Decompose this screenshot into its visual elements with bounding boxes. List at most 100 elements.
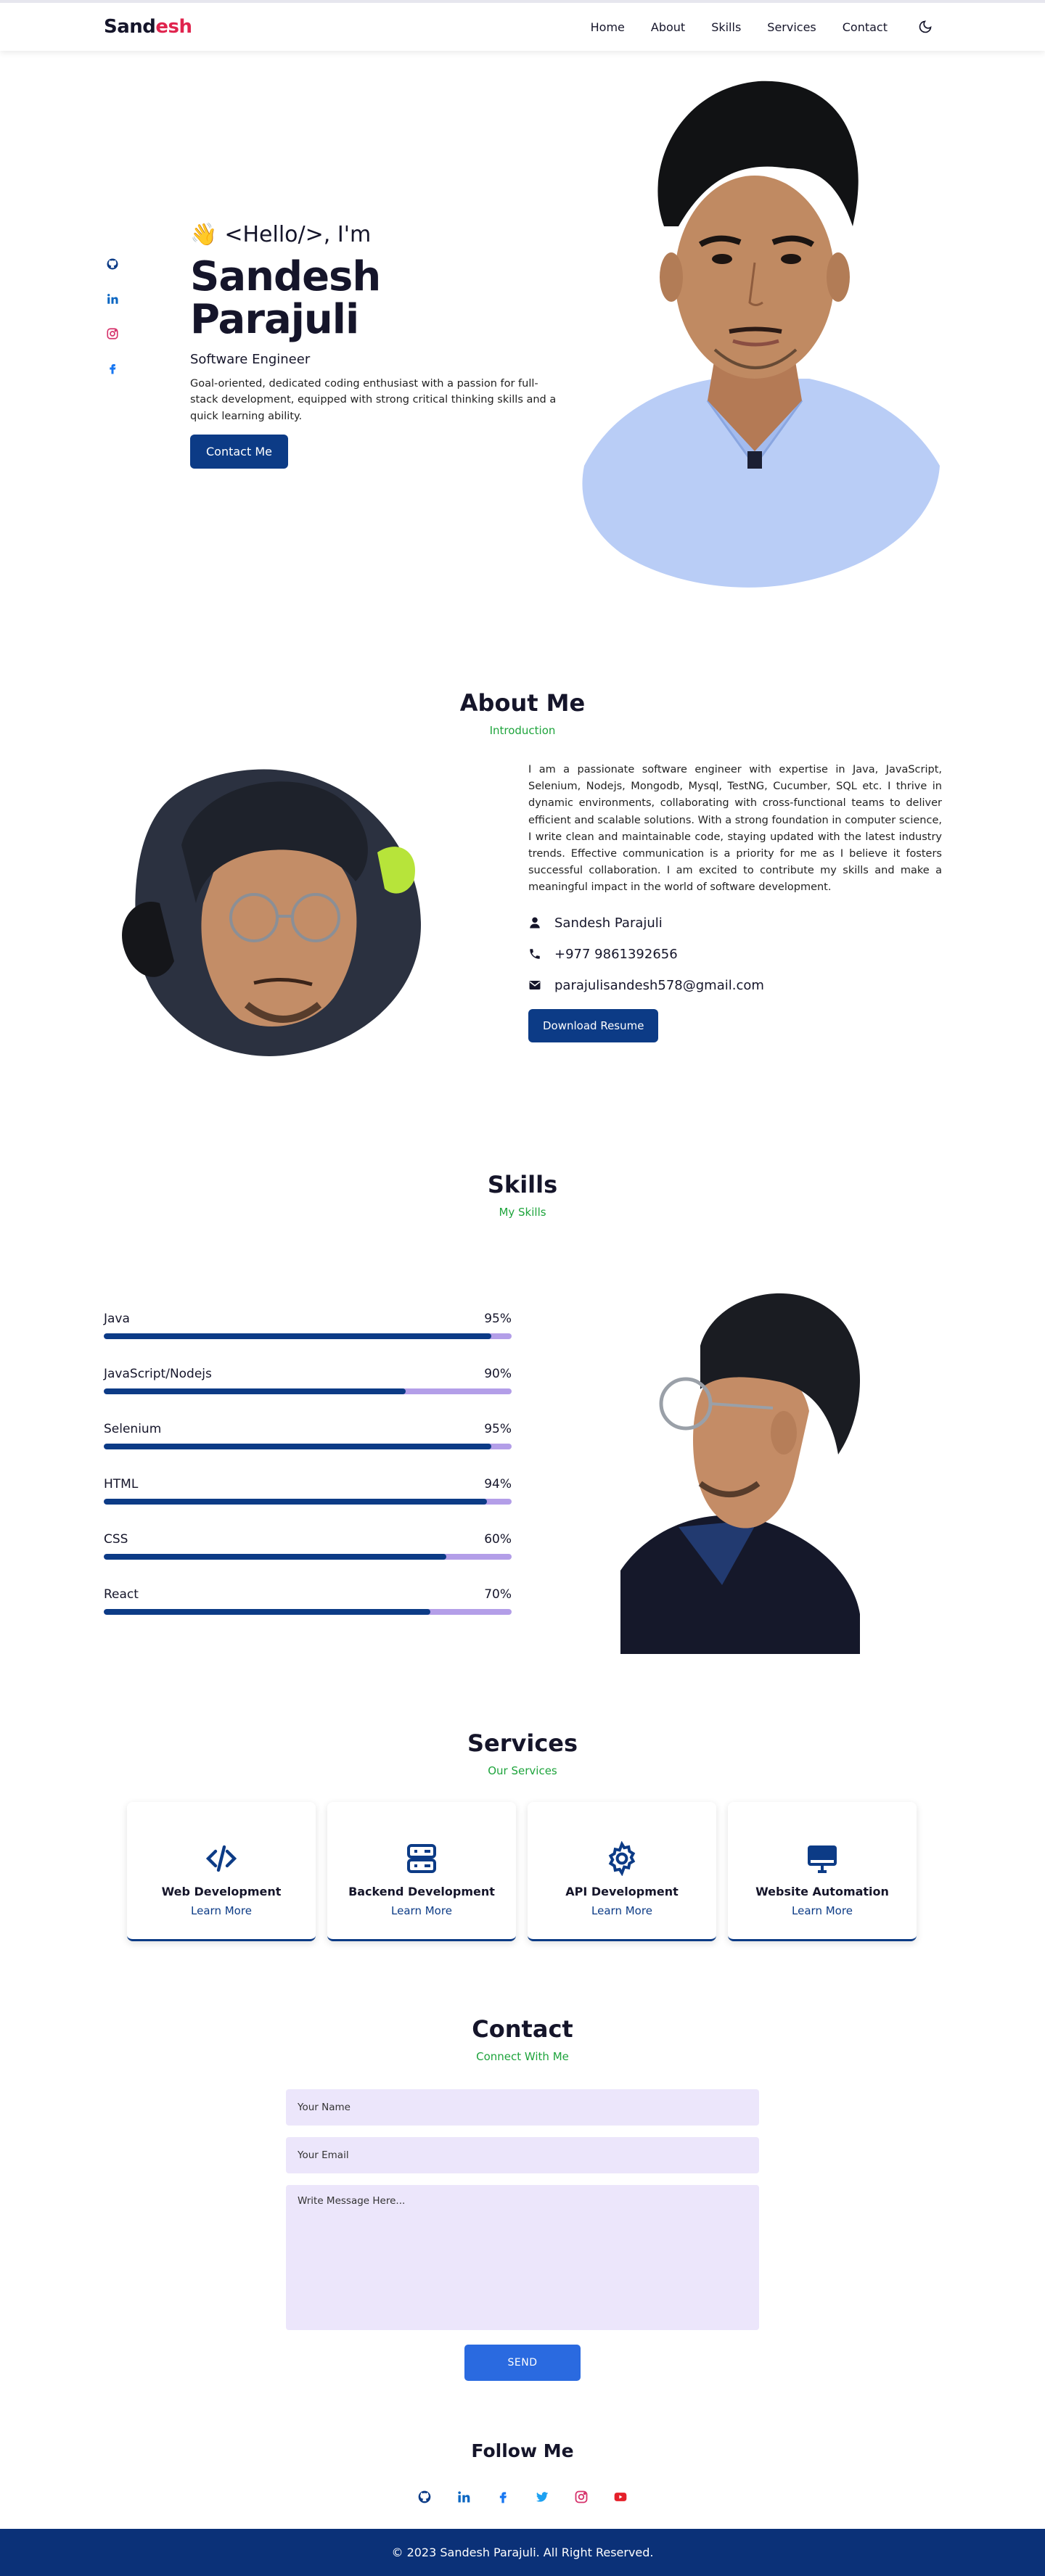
skill-bar	[104, 1609, 512, 1615]
github-icon[interactable]	[106, 258, 119, 271]
copyright-text: © 2023 Sandesh Parajuli. All Right Reser…	[391, 2546, 654, 2559]
service-card-web-development[interactable]: Web Development Learn More	[127, 1802, 316, 1941]
skill-percent: 94%	[484, 1477, 512, 1491]
hero-social-links	[106, 258, 119, 375]
nav-home[interactable]: Home	[591, 20, 625, 34]
message-field[interactable]	[286, 2185, 759, 2330]
nav-skills[interactable]: Skills	[711, 20, 741, 34]
skills-title: Skills	[487, 1171, 558, 1198]
skill-bar-fill	[104, 1609, 430, 1615]
skill-header: React 70%	[104, 1587, 512, 1602]
learn-more-link[interactable]: Learn More	[792, 1904, 853, 1917]
hero-portrait	[582, 81, 940, 588]
email-field[interactable]	[286, 2137, 759, 2173]
download-resume-button[interactable]: Download Resume	[528, 1008, 659, 1042]
contact-subtitle: Connect With Me	[476, 2050, 569, 2063]
service-card-backend-development[interactable]: Backend Development Learn More	[327, 1802, 516, 1941]
logo-part1[interactable]: Sand	[104, 16, 156, 38]
about-subtitle: Introduction	[489, 724, 556, 737]
skill-percent: 95%	[484, 1312, 512, 1326]
moon-icon[interactable]	[918, 20, 933, 34]
hero-role: Software Engineer	[190, 351, 311, 367]
service-title: Website Automation	[755, 1885, 889, 1898]
navbar: Sandesh Home About Skills Services Conta…	[0, 0, 1045, 51]
skill-bar	[104, 1333, 512, 1339]
services-title: Services	[467, 1729, 578, 1757]
about-name-row: Sandesh Parajuli	[528, 915, 942, 931]
learn-more-link[interactable]: Learn More	[391, 1904, 452, 1917]
learn-more-link[interactable]: Learn More	[191, 1904, 252, 1917]
contact-me-button[interactable]: Contact Me	[190, 435, 288, 469]
youtube-icon[interactable]	[613, 2490, 628, 2504]
name-field[interactable]	[286, 2089, 759, 2126]
skill-bar-fill	[104, 1388, 406, 1394]
skill-bar	[104, 1388, 512, 1394]
skill-bar	[104, 1499, 512, 1505]
linkedin-icon[interactable]	[456, 2490, 471, 2504]
instagram-icon[interactable]	[574, 2490, 589, 2504]
nav-links: Home About Skills Services Contact	[591, 20, 933, 34]
service-title: Backend Development	[348, 1885, 495, 1898]
about-title: About Me	[459, 689, 586, 717]
skill-percent: 95%	[484, 1422, 512, 1436]
skill-name: Selenium	[104, 1422, 162, 1436]
instagram-icon[interactable]	[106, 327, 119, 340]
skill-bar	[104, 1444, 512, 1449]
nav-services[interactable]: Services	[767, 20, 816, 34]
skill-percent: 90%	[484, 1367, 512, 1381]
nav-contact[interactable]: Contact	[843, 20, 888, 34]
skill-name: JavaScript/Nodejs	[104, 1367, 212, 1381]
phone-icon	[530, 949, 540, 959]
about-section: I am a passionate software engineer with…	[528, 762, 942, 1042]
hero-name: Sandesh Parajuli	[190, 253, 381, 343]
services-row: Web Development Learn More Backend Devel…	[127, 1802, 917, 1941]
follow-title: Follow Me	[471, 2440, 574, 2461]
hero-greeting: 👋 <Hello/>, I'm	[190, 222, 560, 247]
monitor-icon	[808, 1845, 837, 1873]
about-phone-row: +977 9861392656	[528, 947, 942, 962]
send-button[interactable]: SEND	[464, 2345, 581, 2381]
about-phone: +977 9861392656	[554, 946, 678, 962]
skill-item: JavaScript/Nodejs 90%	[104, 1367, 512, 1394]
wave-emoji: 👋	[190, 222, 218, 247]
site-logo[interactable]: Sandesh	[104, 16, 192, 38]
skills-list: Java 95% JavaScript/Nodejs 90% Selenium 95% HT…	[104, 1312, 512, 1642]
skill-header: HTML 94%	[104, 1477, 512, 1491]
skill-header: Java 95%	[104, 1312, 512, 1326]
code-icon	[205, 1845, 237, 1872]
service-card-website-automation[interactable]: Website Automation Learn More	[728, 1802, 917, 1941]
skill-item: React 70%	[104, 1587, 512, 1615]
server-icon	[407, 1844, 436, 1873]
services-subtitle: Our Services	[488, 1764, 557, 1777]
learn-more-link[interactable]: Learn More	[591, 1904, 652, 1917]
skill-item: HTML 94%	[104, 1477, 512, 1505]
gear-icon	[608, 1841, 636, 1876]
linkedin-icon[interactable]	[106, 292, 119, 305]
skill-bar-fill	[104, 1333, 491, 1339]
skill-name: CSS	[104, 1532, 128, 1547]
skill-percent: 70%	[484, 1587, 512, 1602]
about-email: parajulisandesh578@gmail.com	[554, 977, 764, 993]
follow-icons	[0, 2490, 1045, 2504]
logo-part2[interactable]: esh	[155, 16, 192, 38]
github-icon[interactable]	[417, 2490, 432, 2504]
skills-portrait	[620, 1293, 860, 1654]
skills-subtitle: My Skills	[499, 1206, 546, 1219]
about-name: Sandesh Parajuli	[554, 915, 663, 931]
skill-bar-fill	[104, 1444, 491, 1449]
twitter-icon[interactable]	[535, 2490, 549, 2504]
skill-item: Java 95%	[104, 1312, 512, 1339]
skill-bar-fill	[104, 1499, 488, 1505]
skill-header: JavaScript/Nodejs 90%	[104, 1367, 512, 1381]
facebook-icon[interactable]	[106, 362, 119, 375]
hero-hello-text: <Hello/>, I'm	[224, 222, 372, 247]
facebook-icon[interactable]	[496, 2490, 510, 2504]
skill-item: Selenium 95%	[104, 1422, 512, 1449]
nav-about[interactable]: About	[651, 20, 685, 34]
hero-description: Goal-oriented, dedicated coding enthusia…	[190, 377, 557, 422]
skill-name: HTML	[104, 1477, 139, 1491]
skill-item: CSS 60%	[104, 1532, 512, 1560]
contact-form: SEND	[286, 2089, 759, 2381]
service-card-api-development[interactable]: API Development Learn More	[528, 1802, 716, 1941]
about-paragraph: I am a passionate software engineer with…	[528, 764, 942, 894]
